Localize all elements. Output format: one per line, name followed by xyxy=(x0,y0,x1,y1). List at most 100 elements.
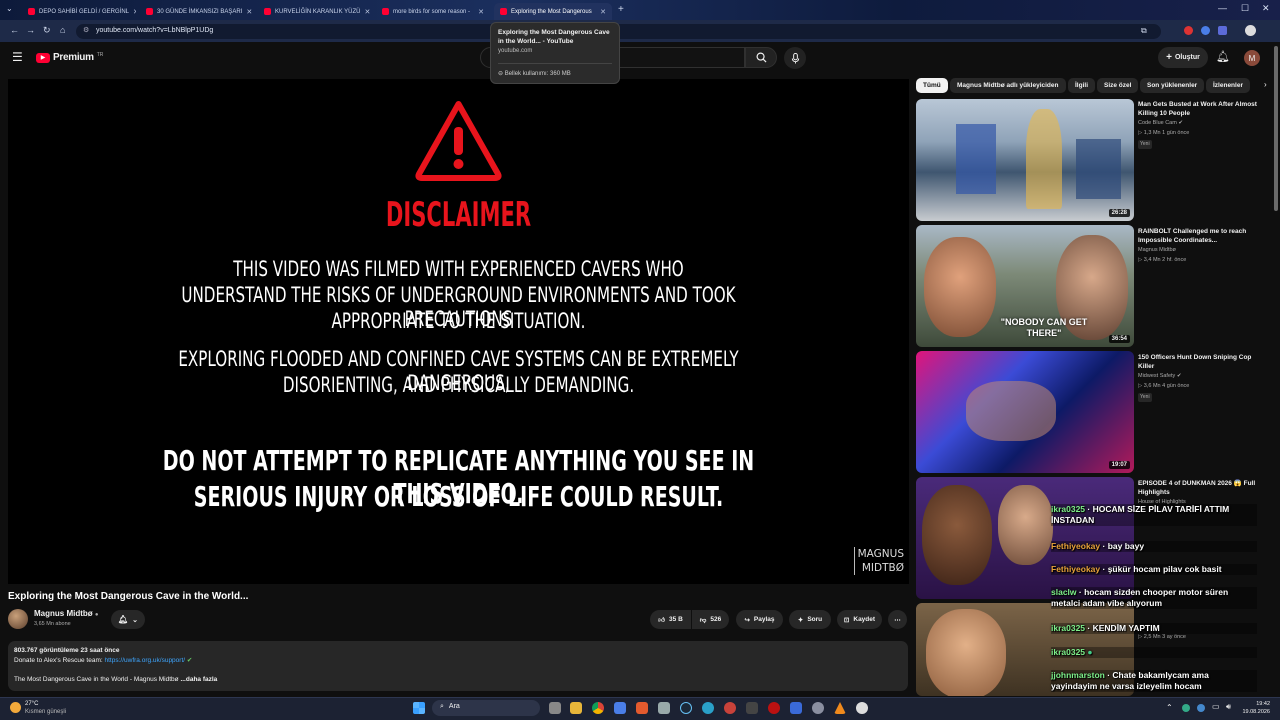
clock-time: 19:42 xyxy=(1256,701,1270,707)
extension-icon[interactable] xyxy=(1184,26,1193,35)
filter-chip-related[interactable]: İlgili xyxy=(1068,78,1095,93)
browser-tab-active[interactable]: Exploring the Most Dangerous ✕ xyxy=(494,3,612,20)
app-icon[interactable] xyxy=(790,702,802,714)
start-windows-icon[interactable] xyxy=(413,702,425,714)
notifications-bell-icon[interactable]: 🔔︎ xyxy=(1216,50,1230,63)
file-explorer-icon[interactable] xyxy=(570,702,582,714)
recommendation-thumbnail[interactable]: 19:07 xyxy=(916,351,1134,473)
recommendation-thumbnail[interactable]: "NOBODY CAN GET THERE" 36:54 xyxy=(916,225,1134,347)
page-scrollbar[interactable] xyxy=(1274,46,1278,211)
tray-chevron-icon[interactable]: ⌃ xyxy=(1166,703,1173,712)
like-button[interactable]: 👍︎ 35 B xyxy=(650,610,691,629)
close-window-icon[interactable]: ✕ xyxy=(1262,3,1270,14)
browser-tab[interactable]: DEPO SAHİBİ GELDİ / GERGİNL ✕ xyxy=(22,3,136,20)
notification-bell-button[interactable]: 🔔︎ ⌄ xyxy=(111,610,145,629)
chevron-right-icon[interactable]: › xyxy=(1264,80,1267,89)
youtube-logo[interactable]: ▶ Premium TR xyxy=(36,52,103,63)
app-icon[interactable] xyxy=(658,702,670,714)
tray-app-icon[interactable] xyxy=(1197,704,1205,712)
hover-card-memory: ⊖ Bellek kullanımı: 360 MB xyxy=(498,63,612,77)
account-avatar[interactable]: M xyxy=(1244,50,1260,66)
volume-icon[interactable]: 🔊︎ xyxy=(1226,702,1231,712)
donate-link[interactable]: https://uwfra.org.uk/support/ xyxy=(105,657,186,664)
settings-gear-icon[interactable] xyxy=(812,702,824,714)
app-icon[interactable] xyxy=(614,702,626,714)
new-badge: Yeni xyxy=(1138,393,1152,402)
chat-username: ikra0325 xyxy=(1051,504,1086,514)
chat-text: hocam sizden chooper motor süren metalci… xyxy=(1051,587,1229,608)
ask-button[interactable]: ✦ Soru xyxy=(789,610,831,629)
tab-title: DEPO SAHİBİ GELDİ / GERGİNL xyxy=(39,8,130,15)
save-button[interactable]: ⊡ Kaydet xyxy=(837,610,882,629)
chrome-icon[interactable] xyxy=(592,702,604,714)
browser-tab[interactable]: KURVELİĞİN KARANLIK YÜZÜ ✕ xyxy=(258,3,372,20)
browser-tab[interactable]: 30 GÜNDE İMKANSIZI BAŞARI ✕ xyxy=(140,3,254,20)
app-icon[interactable] xyxy=(702,702,714,714)
back-icon[interactable]: ← xyxy=(10,25,19,35)
record-icon[interactable] xyxy=(768,702,780,714)
filter-chip-watched[interactable]: İzlenenler xyxy=(1206,78,1250,93)
browser-tab[interactable]: more birds for some reason - ✕ xyxy=(376,3,490,20)
profile-avatar-icon[interactable] xyxy=(1245,25,1256,36)
taskbar-clock[interactable]: 19:42 19.08.2026 xyxy=(1240,700,1270,716)
show-more-link[interactable]: ...daha fazla xyxy=(180,676,217,683)
filter-chip-recent[interactable]: Son yüklenenler xyxy=(1140,78,1205,93)
recommendation-info[interactable]: Man Gets Busted at Work After Almost Kil… xyxy=(1138,100,1266,149)
tab-title: KURVELİĞİN KARANLIK YÜZÜ xyxy=(275,8,361,15)
site-info-icon[interactable]: ⚙ xyxy=(83,26,89,34)
network-icon[interactable]: ▭ xyxy=(1212,702,1220,711)
reload-icon[interactable]: ↻ xyxy=(43,25,51,36)
weather-widget[interactable]: 27°C Kısmen güneşli xyxy=(25,700,66,716)
youtube-favicon-icon xyxy=(28,8,35,15)
filter-chip-all[interactable]: Tümü xyxy=(916,78,948,93)
channel-name[interactable]: Magnus Midtbø ● xyxy=(34,609,99,618)
maximize-icon[interactable]: ☐ xyxy=(1241,3,1249,14)
clock-date: 19.08.2026 xyxy=(1242,709,1270,715)
new-tab-icon[interactable]: + xyxy=(618,4,624,15)
home-icon[interactable]: ⌂ xyxy=(60,25,65,35)
close-tab-icon[interactable]: ✕ xyxy=(129,8,136,16)
forward-icon[interactable]: → xyxy=(26,25,35,35)
recommendation-thumbnail[interactable]: 26:28 xyxy=(916,99,1134,221)
tray-app-icon[interactable] xyxy=(1182,704,1190,712)
create-button[interactable]: + Oluştur xyxy=(1158,47,1208,68)
dislike-button[interactable]: 👎︎ 526 xyxy=(692,610,729,629)
channel-avatar[interactable] xyxy=(8,609,28,629)
voice-search-button[interactable] xyxy=(784,47,806,69)
close-tab-icon[interactable]: ✕ xyxy=(360,8,370,16)
close-tab-icon[interactable]: ✕ xyxy=(242,8,252,16)
filter-chip-for-you[interactable]: Size özel xyxy=(1097,78,1139,93)
view-stats: 803.767 görüntüleme 23 saat önce xyxy=(14,647,120,654)
recommendation-info[interactable]: 150 Officers Hunt Down Sniping Cop Kille… xyxy=(1138,353,1266,402)
recommendation-channel: Magnus Midtbø xyxy=(1138,246,1266,255)
close-tab-icon[interactable]: ✕ xyxy=(596,8,606,16)
extension-icon[interactable] xyxy=(1218,26,1227,35)
search-button[interactable] xyxy=(745,47,777,68)
more-actions-button[interactable]: ⋯ xyxy=(888,610,907,629)
app-icon[interactable] xyxy=(724,702,736,714)
watermark-line: MAGNUS xyxy=(857,548,904,560)
close-tab-icon[interactable]: ✕ xyxy=(474,8,484,16)
video-player[interactable]: DISCLAIMER THIS VIDEO WAS FILMED WITH EX… xyxy=(8,79,909,584)
new-badge: Yeni xyxy=(1138,140,1152,149)
disclaimer-heading: DISCLAIMER xyxy=(385,195,532,235)
bookmark-icon: ⊡ xyxy=(843,616,850,624)
steam-icon[interactable] xyxy=(680,702,692,714)
recommendation-info[interactable]: RAINBOLT Challenged me to reach Impossib… xyxy=(1138,227,1266,265)
description-box[interactable]: 803.767 görüntüleme 23 saat önce Donate … xyxy=(8,641,908,691)
weather-sun-icon xyxy=(10,702,21,713)
task-view-icon[interactable] xyxy=(549,702,561,714)
taskbar-search[interactable]: ⌕ Ara xyxy=(432,700,540,716)
install-app-icon[interactable]: ⧉ xyxy=(1141,26,1147,36)
app-icon[interactable] xyxy=(636,702,648,714)
filter-chip-uploader[interactable]: Magnus Midtbø adlı yükleyiciden xyxy=(950,78,1066,93)
video-duration: 36:54 xyxy=(1108,335,1130,343)
menu-icon[interactable]: ☰ xyxy=(12,50,23,64)
verified-icon: ✔ xyxy=(1176,373,1182,379)
share-button[interactable]: ↪ Paylaş xyxy=(736,610,783,629)
media-player-icon[interactable] xyxy=(856,702,868,714)
minimize-icon[interactable]: — xyxy=(1218,3,1227,13)
tab-menu-icon[interactable]: ⌄ xyxy=(6,4,13,13)
extension-icon[interactable] xyxy=(1201,26,1210,35)
app-icon[interactable] xyxy=(746,702,758,714)
